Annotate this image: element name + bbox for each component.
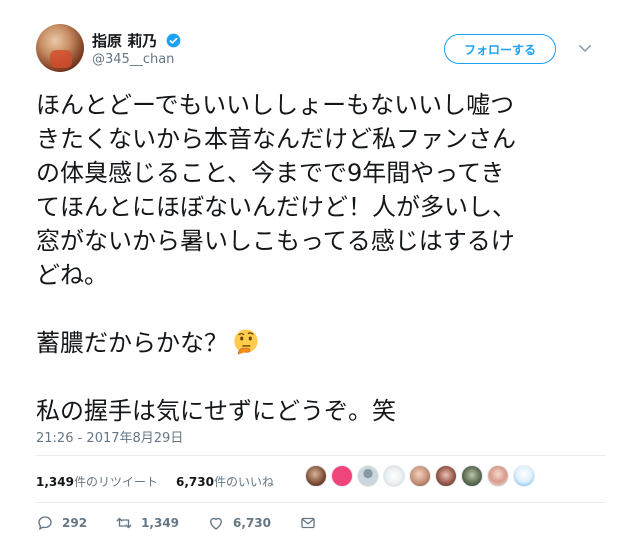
liker-avatars: [305, 465, 539, 487]
direct-message-button[interactable]: [299, 514, 325, 532]
follow-button[interactable]: フォローする: [444, 34, 556, 64]
tweet-line: きたくないから本音なんだけど私ファンさん: [36, 125, 516, 153]
display-name[interactable]: 指原 莉乃: [92, 30, 181, 51]
tweet-line: の体臭感じること、今までで9年間やってき: [36, 159, 505, 187]
tweet-text: ほんとどーでもいいししょーもないいし嘘つ きたくないから本音なんだけど私ファンさ…: [36, 88, 596, 428]
like-count-stat[interactable]: 6,730件のいいね: [176, 473, 274, 490]
chevron-down-icon[interactable]: [576, 39, 594, 57]
heart-icon: [210, 517, 222, 530]
divider: [36, 502, 606, 503]
liker-avatar[interactable]: [383, 465, 405, 487]
liker-avatar[interactable]: [487, 465, 509, 487]
tweet-header: 指原 莉乃 @345__chan フォローする: [36, 22, 606, 72]
tweet-line: ほんとどーでもいいししょーもないいし嘘つ: [36, 91, 515, 119]
handle[interactable]: @345__chan: [92, 52, 174, 67]
divider: [36, 455, 606, 456]
tweet-line: てほんとにほぼないんだけど！人が多いし、: [36, 193, 516, 221]
liker-avatar[interactable]: [513, 465, 535, 487]
tweet-actions: 292 1,349 6,730: [36, 510, 336, 536]
tweet-line: 私の握手は気にせずにどうぞ。笑: [36, 397, 396, 425]
tweet-line: 蓄膿だからかな？: [36, 326, 596, 360]
reply-icon: [38, 516, 52, 530]
liker-avatar[interactable]: [461, 465, 483, 487]
like-button[interactable]: 6,730: [207, 514, 271, 532]
reply-button[interactable]: 292: [36, 514, 87, 532]
retweet-icon: [116, 517, 132, 529]
envelope-icon: [301, 517, 315, 529]
avatar[interactable]: [36, 24, 84, 72]
liker-avatar[interactable]: [435, 465, 457, 487]
retweet-button[interactable]: 1,349: [115, 514, 179, 532]
retweet-count-stat[interactable]: 1,349件のリツイート: [36, 473, 158, 490]
timestamp[interactable]: 21:26 - 2017年8月29日: [36, 427, 183, 446]
verified-badge-icon: [167, 33, 181, 48]
tweet-line: どね。: [36, 261, 108, 289]
liker-avatar[interactable]: [409, 465, 431, 487]
liker-avatar[interactable]: [357, 465, 379, 487]
liker-avatar[interactable]: [305, 465, 327, 487]
thinking-face-icon: [234, 329, 258, 355]
tweet-line: 窓がないから暑いしこもってる感じはするけ: [36, 227, 515, 255]
liker-avatar[interactable]: [331, 465, 353, 487]
